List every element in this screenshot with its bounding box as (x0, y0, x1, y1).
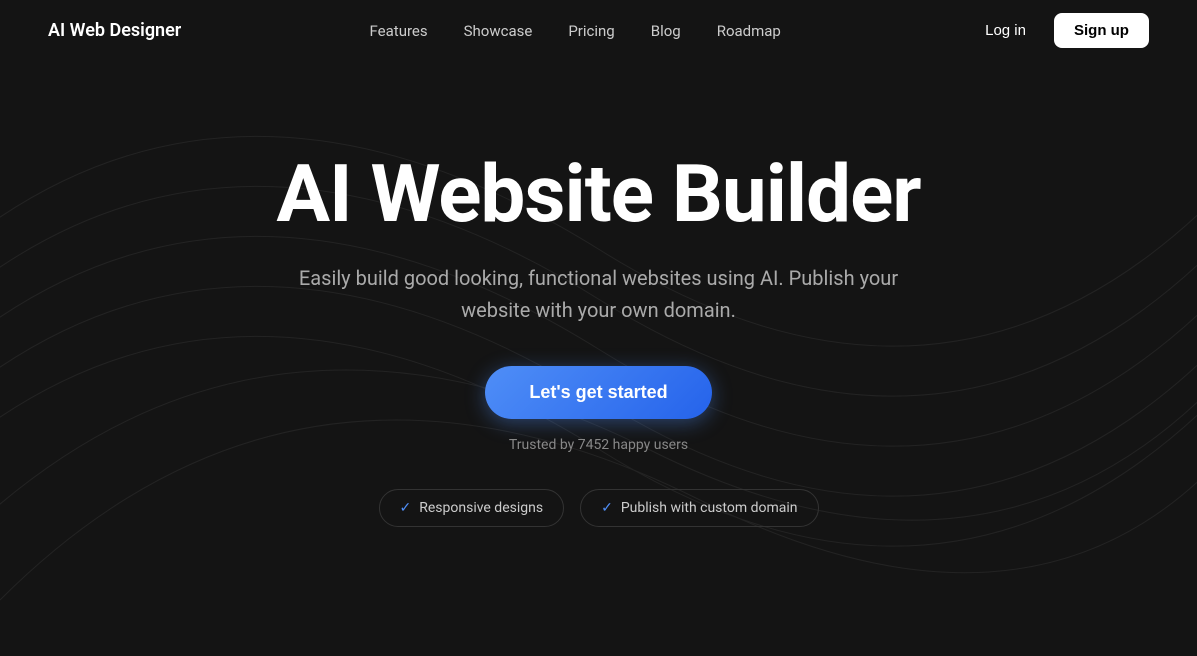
nav-link-features[interactable]: Features (370, 22, 428, 40)
hero-subtitle: Easily build good looking, functional we… (299, 262, 899, 326)
hero-title: AI Website Builder (276, 150, 920, 238)
nav-link-pricing[interactable]: Pricing (568, 22, 614, 40)
cta-button[interactable]: Let's get started (485, 366, 711, 419)
badge-responsive: ✓ Responsive designs (379, 489, 565, 527)
hero-section: AI Website Builder Easily build good loo… (0, 60, 1197, 527)
nav-link-showcase[interactable]: Showcase (464, 22, 533, 40)
site-logo: AI Web Designer (48, 20, 181, 41)
check-icon-domain: ✓ (601, 500, 613, 516)
check-icon-responsive: ✓ (400, 500, 412, 516)
nav-link-blog[interactable]: Blog (651, 22, 681, 40)
feature-badges: ✓ Responsive designs ✓ Publish with cust… (379, 489, 819, 527)
signup-button[interactable]: Sign up (1054, 13, 1149, 48)
nav-links: Features Showcase Pricing Blog Roadmap (370, 21, 781, 40)
trusted-text: Trusted by 7452 happy users (509, 437, 688, 453)
navbar: AI Web Designer Features Showcase Pricin… (0, 0, 1197, 60)
nav-actions: Log in Sign up (969, 13, 1149, 48)
badge-responsive-label: Responsive designs (419, 500, 543, 516)
badge-domain-label: Publish with custom domain (621, 500, 798, 516)
badge-domain: ✓ Publish with custom domain (580, 489, 818, 527)
nav-link-roadmap[interactable]: Roadmap (717, 22, 781, 40)
login-button[interactable]: Log in (969, 14, 1042, 47)
